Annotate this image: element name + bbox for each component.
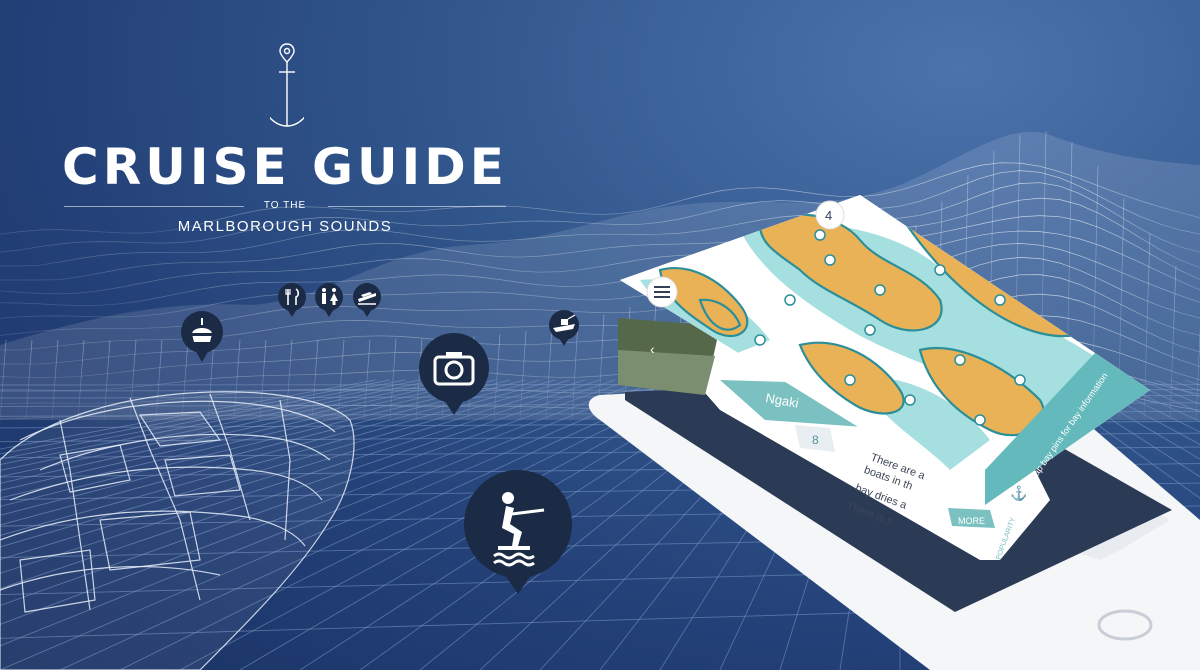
anchor-icon [270, 43, 304, 127]
bay-pin-icon[interactable] [784, 294, 796, 306]
restaurant-icon[interactable] [277, 283, 307, 319]
bay-pin-icon[interactable] [814, 229, 826, 241]
buoy-icon[interactable] [178, 310, 226, 368]
bay-pin-icon[interactable] [824, 254, 836, 266]
boat-ramp-icon[interactable] [352, 283, 382, 319]
toilets-icon[interactable] [314, 283, 344, 319]
bay-pin-icon[interactable] [1014, 374, 1026, 386]
bay-pin-icon[interactable] [904, 394, 916, 406]
bay-pin-icon[interactable] [934, 264, 946, 276]
fishing-boat-icon[interactable] [548, 310, 580, 348]
hamburger-menu-icon[interactable] [646, 276, 678, 308]
bay-pin-icon[interactable] [954, 354, 966, 366]
bay-pin-icon[interactable] [754, 334, 766, 346]
cruise-guide-logo: CRUISE GUIDE TO THE MARLBOROUGH SOUNDS [60, 40, 510, 240]
map-hint-anchor-icon: ⚓ [1010, 485, 1027, 502]
bay-pin-icon[interactable] [844, 374, 856, 386]
map-count-value: 4 [825, 208, 832, 223]
map-count-badge[interactable]: 4 [815, 200, 845, 230]
app-title: CRUISE GUIDE [62, 138, 508, 196]
promo-banner: Ngaki 8 There are a boats in th bay drie… [0, 0, 1200, 670]
bay-pin-icon[interactable] [874, 284, 886, 296]
bay-pin-icon[interactable] [994, 294, 1006, 306]
bay-pin-icon[interactable] [974, 414, 986, 426]
bay-pin-icon[interactable] [864, 324, 876, 336]
camera-icon[interactable] [417, 333, 491, 419]
subtitle-small: TO THE [263, 200, 307, 211]
subtitle-main: MARLBOROUGH SOUNDS [177, 218, 393, 235]
water-ski-icon[interactable] [462, 470, 574, 598]
